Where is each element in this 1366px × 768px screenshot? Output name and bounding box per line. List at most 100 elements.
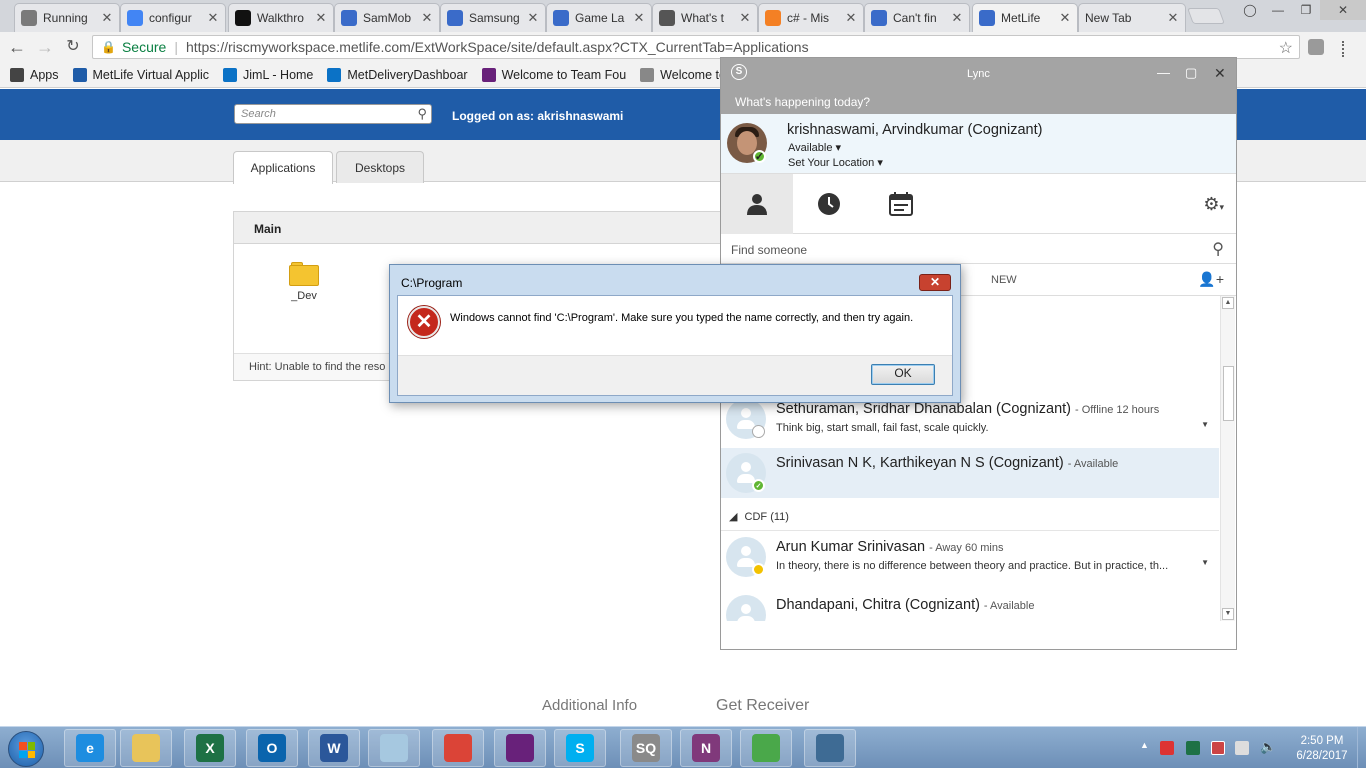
site-search-input[interactable]: Search ⚲: [234, 104, 432, 124]
bookmark-item[interactable]: MetLife Virtual Applic: [72, 67, 209, 82]
tab-meetings[interactable]: [865, 174, 937, 234]
add-contact-icon[interactable]: 👤+: [1198, 271, 1224, 288]
close-tab-icon[interactable]: ✕: [1059, 10, 1071, 26]
tab-contacts[interactable]: [721, 174, 793, 234]
tab-conversations[interactable]: [793, 174, 865, 234]
restore-button[interactable]: ❐: [1292, 0, 1320, 20]
my-status-dropdown[interactable]: Available ▾: [788, 141, 841, 154]
close-tab-icon[interactable]: ✕: [207, 10, 219, 26]
close-button[interactable]: ✕: [1320, 0, 1366, 20]
close-tab-icon[interactable]: ✕: [845, 10, 857, 26]
profile-icon[interactable]: ◯: [1236, 0, 1264, 20]
tab-desktops[interactable]: Desktops: [336, 151, 424, 183]
tray-excel-icon[interactable]: [1186, 741, 1200, 755]
browser-tab[interactable]: MetLife ✕: [972, 3, 1078, 32]
bookmark-item[interactable]: MetDeliveryDashboar: [327, 67, 468, 82]
lync-close-button[interactable]: ✕: [1214, 65, 1226, 82]
browser-tab[interactable]: Can't fin ✕: [864, 3, 970, 32]
chrome-menu-icon[interactable]: [1342, 41, 1346, 57]
reload-button[interactable]: ↻: [62, 37, 84, 57]
close-tab-icon[interactable]: ✕: [951, 10, 963, 26]
taskbar-app[interactable]: X: [184, 729, 236, 767]
taskbar-app[interactable]: W: [308, 729, 360, 767]
taskbar-app[interactable]: SQ: [620, 729, 672, 767]
start-button[interactable]: [8, 731, 44, 767]
browser-tab[interactable]: New Tab ✕: [1078, 3, 1186, 32]
my-location-dropdown[interactable]: Set Your Location ▾: [788, 156, 883, 169]
address-url[interactable]: https://riscmyworkspace.metlife.com/ExtW…: [186, 39, 809, 55]
find-someone-input[interactable]: Find someone ⚲: [721, 234, 1236, 264]
browser-tab[interactable]: Samsung ✕: [440, 3, 546, 32]
taskbar-app[interactable]: [740, 729, 792, 767]
tray-flag-icon[interactable]: [1211, 741, 1225, 755]
dialog-close-button[interactable]: ✕: [919, 274, 951, 291]
scroll-up-icon[interactable]: ▲: [1222, 297, 1234, 309]
bookmark-item[interactable]: JimL - Home: [223, 67, 314, 82]
taskbar-app[interactable]: [432, 729, 484, 767]
browser-tab[interactable]: SamMob ✕: [334, 3, 440, 32]
address-bar[interactable]: 🔒 Secure | https://riscmyworkspace.metli…: [92, 35, 1300, 59]
contact-list-scrollbar[interactable]: ▲ ▼: [1220, 296, 1235, 621]
search-icon[interactable]: ⚲: [417, 106, 427, 122]
browser-tab[interactable]: Walkthro ✕: [228, 3, 334, 32]
show-hidden-icons-icon[interactable]: ▲: [1140, 740, 1149, 754]
bookmark-item[interactable]: Welcome to Team Fou: [481, 67, 626, 82]
browser-tab[interactable]: What's t ✕: [652, 3, 758, 32]
ok-button[interactable]: OK: [871, 364, 935, 385]
gear-icon[interactable]: ⚙▾: [1203, 194, 1224, 215]
network-icon[interactable]: [1235, 741, 1249, 755]
contact-item[interactable]: ✓Dhandapani, Chitra (Cognizant)- Availab…: [721, 590, 1219, 621]
new-tab-label[interactable]: NEW: [991, 274, 1017, 286]
scroll-thumb[interactable]: [1223, 366, 1234, 421]
chevron-down-icon: ▾: [877, 157, 883, 169]
forward-button[interactable]: →: [34, 37, 56, 57]
taskbar-app[interactable]: e: [64, 729, 116, 767]
bookmark-label: JimL - Home: [243, 67, 314, 82]
additional-info-link[interactable]: Additional Info: [542, 697, 637, 714]
expand-note-icon[interactable]: ▼: [1201, 558, 1209, 567]
expand-note-icon[interactable]: ▼: [1201, 420, 1209, 429]
search-icon[interactable]: ⚲: [1212, 239, 1224, 259]
close-tab-icon[interactable]: ✕: [527, 10, 539, 26]
taskbar-app[interactable]: S: [554, 729, 606, 767]
contact-item[interactable]: ✓ Srinivasan N K, Karthikeyan N S (Cogniz…: [721, 448, 1219, 498]
minimize-button[interactable]: —: [1264, 0, 1292, 20]
close-tab-icon[interactable]: ✕: [315, 10, 327, 26]
close-tab-icon[interactable]: ✕: [421, 10, 433, 26]
scroll-down-icon[interactable]: ▼: [1222, 608, 1234, 620]
close-tab-icon[interactable]: ✕: [1167, 10, 1179, 26]
taskbar-app[interactable]: [368, 729, 420, 767]
group-cdf-header[interactable]: ◢ CDF (11): [721, 501, 1219, 531]
show-desktop-button[interactable]: [1357, 727, 1366, 768]
bookmark-star-icon[interactable]: ☆: [1279, 38, 1293, 58]
get-receiver-link[interactable]: Get Receiver: [716, 697, 809, 715]
tray-app-icon[interactable]: [1160, 741, 1174, 755]
back-button[interactable]: ←: [6, 37, 28, 57]
whats-happening-input[interactable]: What's happening today?: [721, 88, 1236, 114]
close-tab-icon[interactable]: ✕: [739, 10, 751, 26]
close-tab-icon[interactable]: ✕: [101, 10, 113, 26]
close-tab-icon[interactable]: ✕: [633, 10, 645, 26]
system-clock[interactable]: 2:50 PM 6/28/2017: [1287, 734, 1357, 764]
tab-applications[interactable]: Applications: [233, 151, 333, 184]
taskbar-app[interactable]: O: [246, 729, 298, 767]
lync-maximize-button[interactable]: ▢: [1185, 65, 1197, 81]
onenote-icon: N: [692, 734, 720, 762]
app-folder-dev[interactable]: _Dev: [274, 262, 334, 302]
volume-icon[interactable]: 🔈: [1260, 739, 1276, 754]
address-separator: |: [174, 39, 178, 55]
extension-icon[interactable]: [1308, 39, 1324, 55]
taskbar-app[interactable]: N: [680, 729, 732, 767]
browser-tab[interactable]: configur ✕: [120, 3, 226, 32]
contact-status: - Offline 12 hours: [1075, 404, 1160, 416]
taskbar-app[interactable]: [494, 729, 546, 767]
contact-item[interactable]: Arun Kumar Srinivasan - Away 60 mins In th…: [721, 532, 1219, 582]
browser-tab[interactable]: Running ✕: [14, 3, 120, 32]
new-tab-button[interactable]: [1187, 8, 1225, 24]
browser-tab[interactable]: c# - Mis ✕: [758, 3, 864, 32]
taskbar-app[interactable]: [804, 729, 856, 767]
taskbar-app[interactable]: [120, 729, 172, 767]
bookmark-item[interactable]: Apps: [10, 67, 59, 82]
lync-minimize-button[interactable]: —: [1157, 65, 1170, 80]
browser-tab[interactable]: Game La ✕: [546, 3, 652, 32]
